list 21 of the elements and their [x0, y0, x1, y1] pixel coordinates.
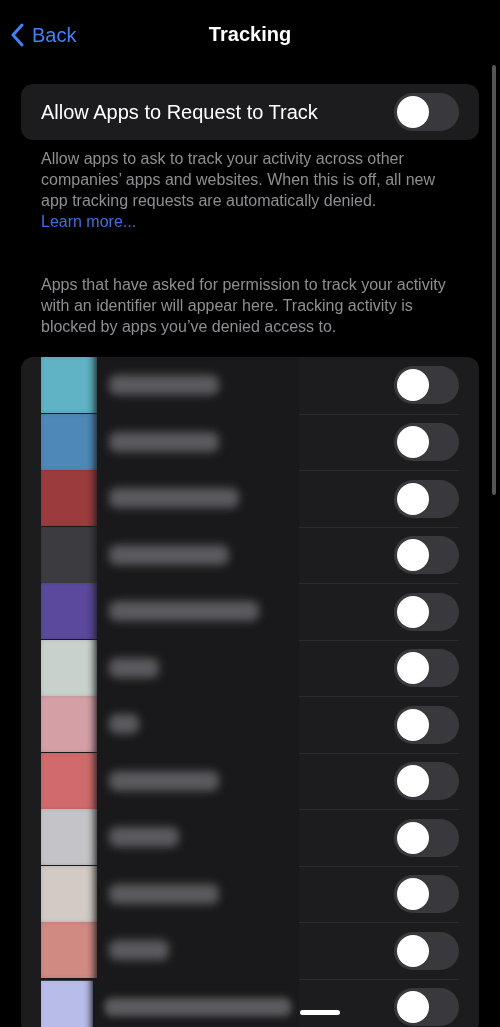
- toggle-switch[interactable]: [394, 875, 459, 914]
- toggle-switch[interactable]: [394, 366, 459, 405]
- toggle-switch[interactable]: [394, 423, 459, 462]
- list-header-text: Apps that have asked for permission to track your activity with an identifier will appear here. Tracking activity is blocked by apps you’ve denied access to.: [40, 275, 447, 337]
- toggle-switch[interactable]: [394, 762, 459, 801]
- toggle-switch[interactable]: [394, 818, 459, 857]
- toggle-switch[interactable]: [394, 93, 459, 131]
- toggle-switch[interactable]: [394, 592, 459, 631]
- toggle-switch[interactable]: [394, 931, 459, 970]
- toggle-switch[interactable]: [394, 479, 459, 518]
- page-title: Tracking: [208, 22, 292, 47]
- description-text: Allow apps to ask to track your activity across other companies’ apps and websites. When this is off, all new app tracking requests are automatically denied. Learn more...: [40, 149, 436, 232]
- home-indicator: [300, 1010, 340, 1015]
- chevron-left-icon: [10, 23, 24, 47]
- toggle-switch[interactable]: [394, 705, 459, 744]
- toggle-switch[interactable]: [394, 649, 459, 688]
- toggle-switch[interactable]: [394, 536, 459, 575]
- back-button[interactable]: Back: [10, 20, 77, 50]
- toggle-switch[interactable]: [394, 988, 459, 1027]
- learn-more-link[interactable]: Learn more...: [41, 213, 137, 230]
- setting-label: Allow Apps to Request to Track: [41, 100, 318, 125]
